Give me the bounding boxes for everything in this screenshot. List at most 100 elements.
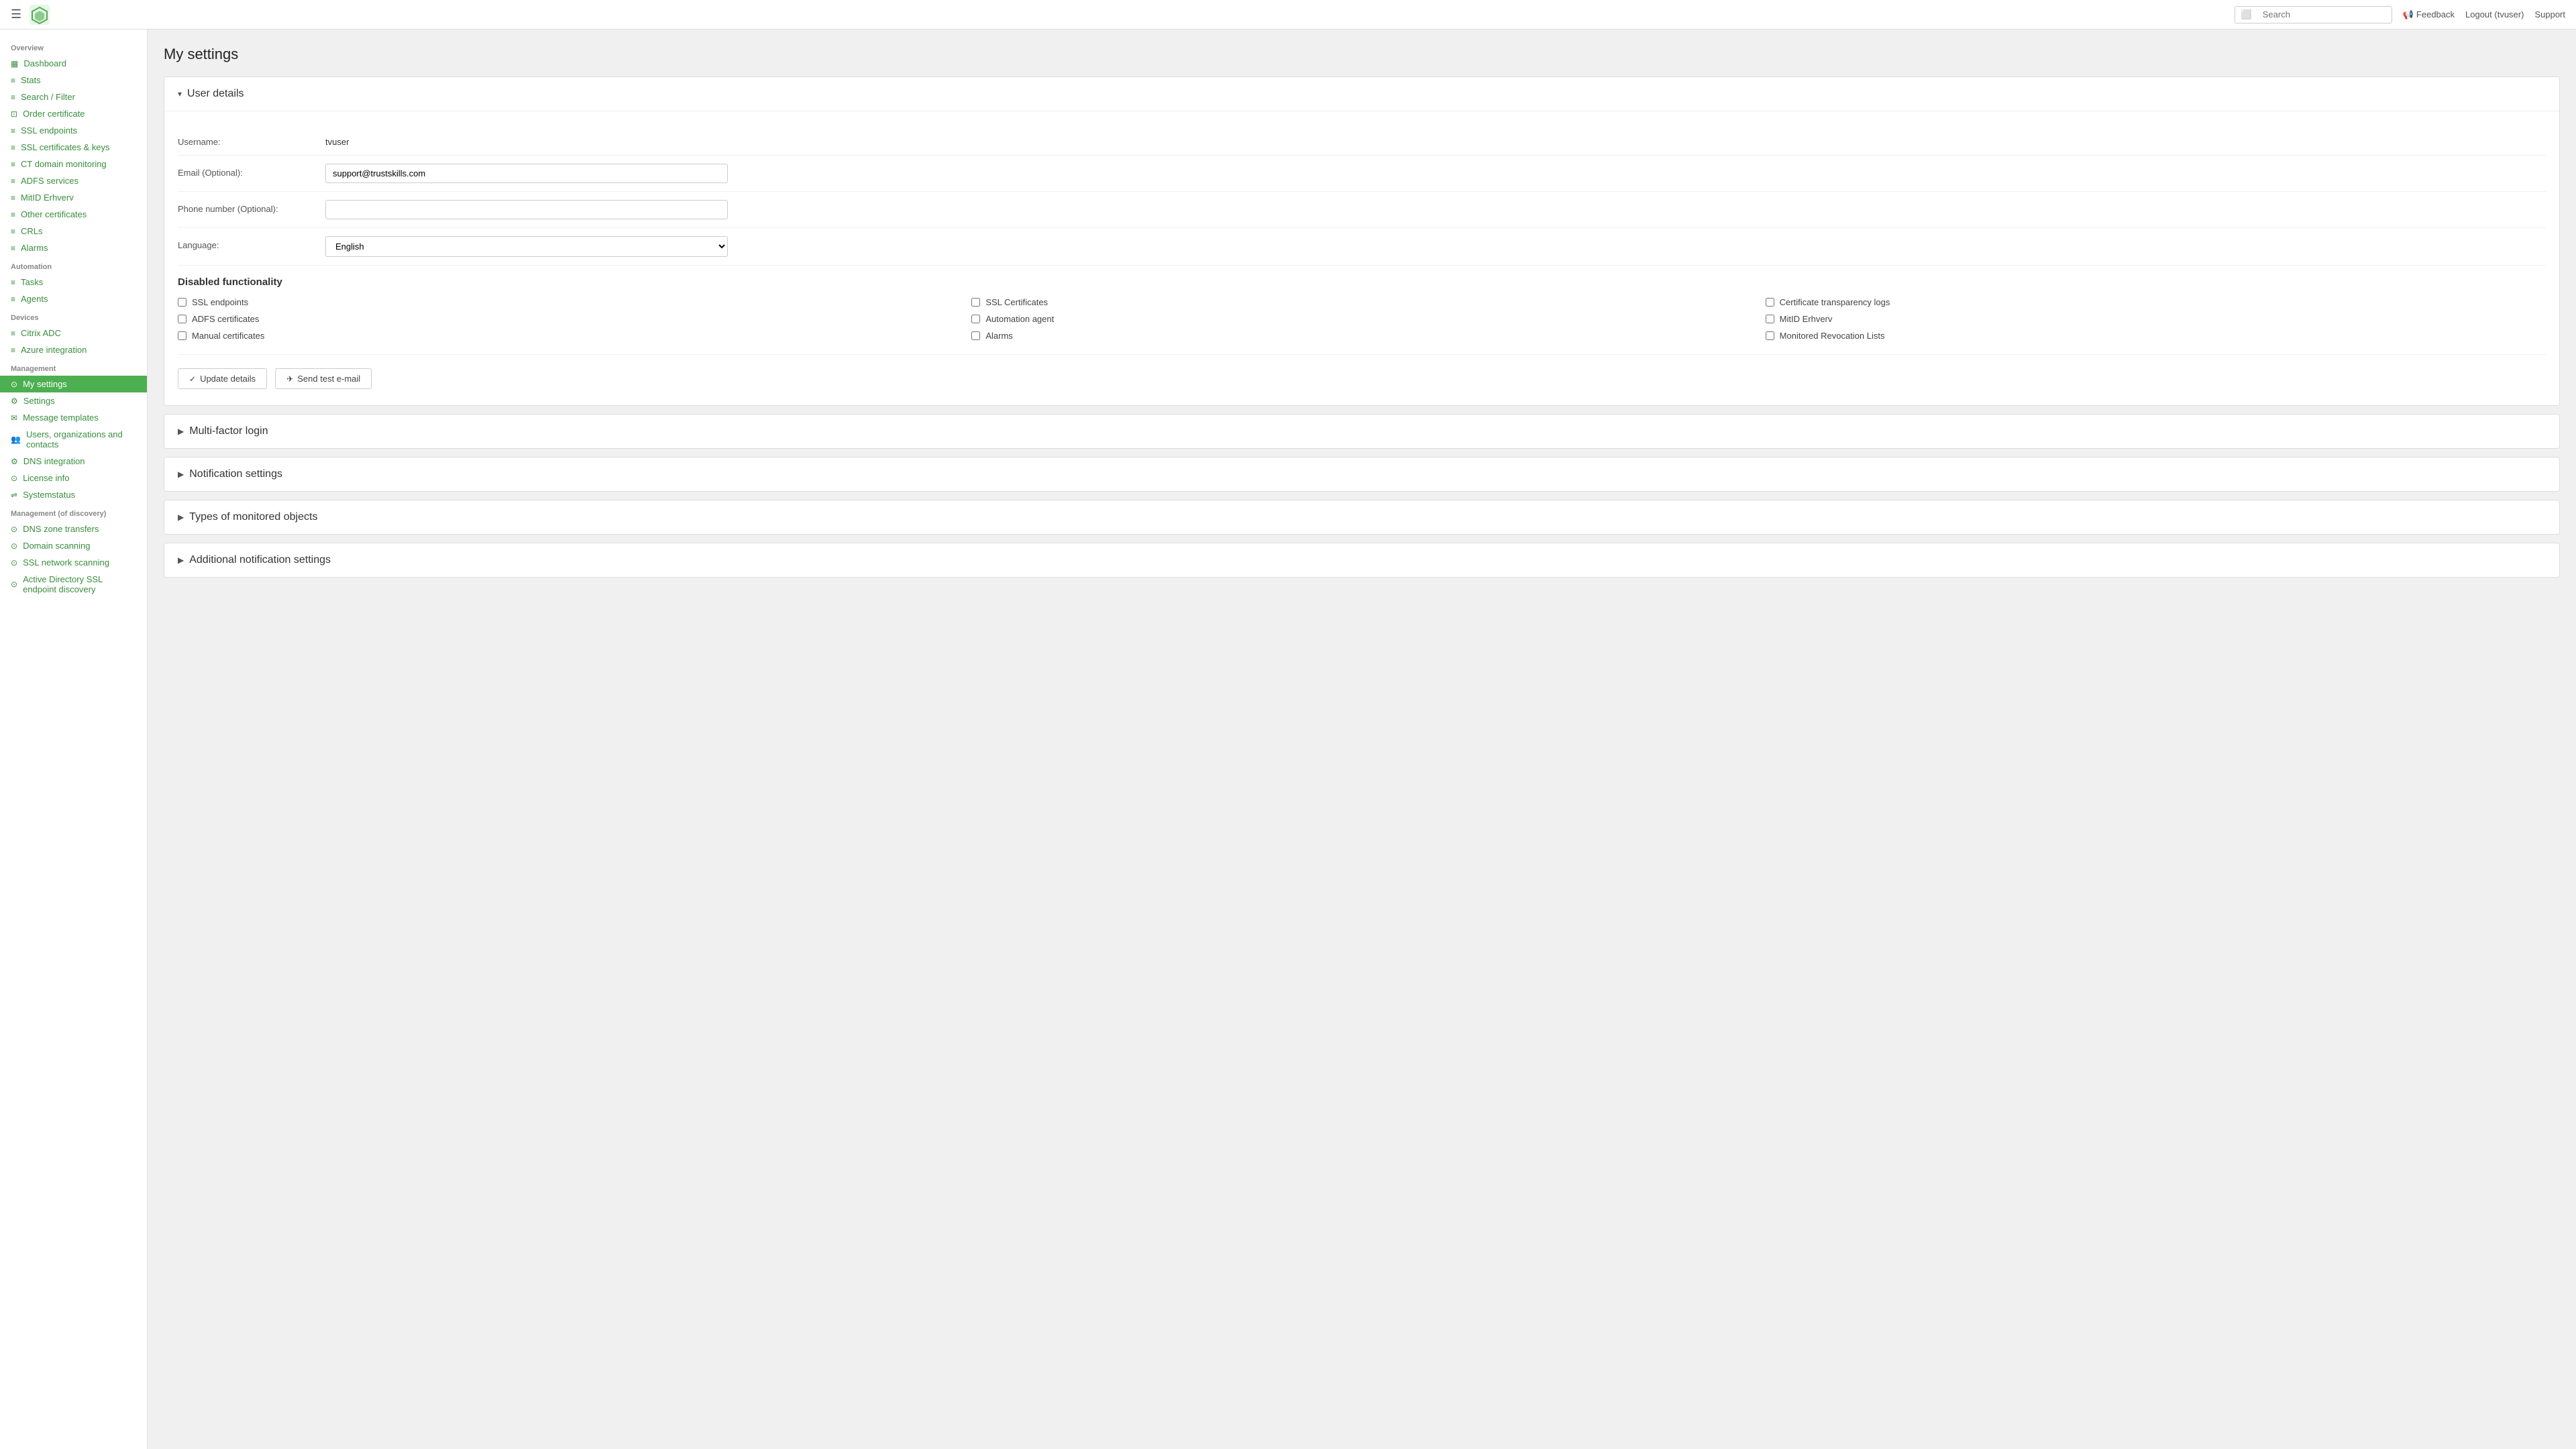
sidebar-label-ct-domain: CT domain monitoring bbox=[21, 159, 107, 169]
agents-icon: ≡ bbox=[11, 294, 15, 304]
page-title: My settings bbox=[164, 46, 2560, 63]
crls-icon: ≡ bbox=[11, 227, 15, 236]
sidebar-item-ssl-network-scanning[interactable]: ⊙ SSL network scanning bbox=[0, 554, 147, 571]
send-test-label: Send test e-mail bbox=[297, 374, 360, 384]
sidebar-item-my-settings[interactable]: ⊙ My settings bbox=[0, 376, 147, 392]
checkbox-mitid-erhverv[interactable]: MitID Erhverv bbox=[1766, 314, 2546, 324]
sidebar-item-domain-scanning[interactable]: ⊙ Domain scanning bbox=[0, 537, 147, 554]
update-details-button[interactable]: ✓ Update details bbox=[178, 368, 267, 389]
alarms-icon: ≡ bbox=[11, 244, 15, 253]
sidebar-item-adfs[interactable]: ≡ ADFS services bbox=[0, 172, 147, 189]
sidebar-item-search-filter[interactable]: ≡ Search / Filter bbox=[0, 89, 147, 105]
email-label: Email (Optional): bbox=[178, 164, 312, 178]
sidebar-overview-section: Overview bbox=[0, 38, 147, 55]
sidebar-item-other-certs[interactable]: ≡ Other certificates bbox=[0, 206, 147, 223]
checkbox-manual-certificates[interactable]: Manual certificates bbox=[178, 331, 958, 341]
citrix-icon: ≡ bbox=[11, 329, 15, 338]
checkbox-automation-agent-label: Automation agent bbox=[985, 314, 1054, 324]
checkbox-ssl-certificates-input[interactable] bbox=[971, 298, 980, 307]
phone-input[interactable] bbox=[325, 200, 728, 219]
checkbox-alarms[interactable]: Alarms bbox=[971, 331, 1752, 341]
license-info-icon: ⊙ bbox=[11, 474, 17, 483]
logout-button[interactable]: Logout (tvuser) bbox=[2465, 9, 2524, 19]
additional-notification-title: Additional notification settings bbox=[189, 554, 331, 566]
checkbox-ssl-endpoints[interactable]: SSL endpoints bbox=[178, 297, 958, 307]
disabled-functionality-title: Disabled functionality bbox=[178, 276, 2546, 288]
hamburger-button[interactable]: ☰ bbox=[11, 7, 21, 21]
checkbox-automation-agent-input[interactable] bbox=[971, 315, 980, 323]
sidebar-label-dns-integration: DNS integration bbox=[23, 456, 85, 466]
my-settings-icon: ⊙ bbox=[11, 380, 17, 389]
topbar: ☰ ⬜ 📢 Feedback Logout (tvuser) Support bbox=[0, 0, 2576, 30]
search-input[interactable] bbox=[2257, 7, 2392, 22]
feedback-label: Feedback bbox=[2416, 9, 2455, 19]
additional-notification-header[interactable]: ▶ Additional notification settings bbox=[164, 543, 2559, 577]
sidebar-item-message-templates[interactable]: ✉ Message templates bbox=[0, 409, 147, 426]
sidebar-item-dns-zone[interactable]: ⊙ DNS zone transfers bbox=[0, 521, 147, 537]
sidebar-item-tasks[interactable]: ≡ Tasks bbox=[0, 274, 147, 290]
chevron-right-icon-3: ▶ bbox=[178, 513, 184, 522]
ssl-certs-icon: ≡ bbox=[11, 143, 15, 152]
sidebar-label-stats: Stats bbox=[21, 75, 41, 85]
sidebar-item-mitid[interactable]: ≡ MitID Erhverv bbox=[0, 189, 147, 206]
sidebar-label-license-info: License info bbox=[23, 473, 69, 483]
domain-scanning-icon: ⊙ bbox=[11, 541, 17, 551]
search-icon-button[interactable]: ⬜ bbox=[2235, 7, 2257, 23]
checkbox-mitid-erhverv-input[interactable] bbox=[1766, 315, 1774, 323]
sidebar-item-users-orgs[interactable]: 👥 Users, organizations and contacts bbox=[0, 426, 147, 453]
sidebar-item-license-info[interactable]: ⊙ License info bbox=[0, 470, 147, 486]
topbar-right: ⬜ 📢 Feedback Logout (tvuser) Support bbox=[2235, 6, 2565, 23]
dns-zone-icon: ⊙ bbox=[11, 525, 17, 534]
sidebar-item-agents[interactable]: ≡ Agents bbox=[0, 290, 147, 307]
types-monitored-header[interactable]: ▶ Types of monitored objects bbox=[164, 500, 2559, 534]
send-test-email-button[interactable]: ✈ Send test e-mail bbox=[275, 368, 372, 389]
sidebar-label-order-certificate: Order certificate bbox=[23, 109, 85, 119]
sidebar-label-users-orgs: Users, organizations and contacts bbox=[26, 429, 136, 449]
checkbox-cert-transparency[interactable]: Certificate transparency logs bbox=[1766, 297, 2546, 307]
support-button[interactable]: Support bbox=[2534, 9, 2565, 19]
checkbox-ssl-certificates[interactable]: SSL Certificates bbox=[971, 297, 1752, 307]
chevron-down-icon: ▾ bbox=[178, 89, 182, 99]
other-certs-icon: ≡ bbox=[11, 210, 15, 219]
sidebar-item-alarms[interactable]: ≡ Alarms bbox=[0, 239, 147, 256]
sidebar-item-azure[interactable]: ≡ Azure integration bbox=[0, 341, 147, 358]
sidebar-item-order-certificate[interactable]: ⊡ Order certificate bbox=[0, 105, 147, 122]
sidebar-label-alarms: Alarms bbox=[21, 243, 48, 253]
sidebar-item-dns-integration[interactable]: ⚙ DNS integration bbox=[0, 453, 147, 470]
search-container: ⬜ bbox=[2235, 6, 2392, 23]
checkbox-monitored-revocation-input[interactable] bbox=[1766, 331, 1774, 340]
systemstatus-icon: ⇌ bbox=[11, 490, 17, 500]
support-label: Support bbox=[2534, 9, 2565, 19]
sidebar-item-stats[interactable]: ≡ Stats bbox=[0, 72, 147, 89]
notification-settings-header[interactable]: ▶ Notification settings bbox=[164, 458, 2559, 491]
sidebar-item-systemstatus[interactable]: ⇌ Systemstatus bbox=[0, 486, 147, 503]
checkbox-monitored-revocation[interactable]: Monitored Revocation Lists bbox=[1766, 331, 2546, 341]
checkbox-manual-certificates-input[interactable] bbox=[178, 331, 186, 340]
email-input[interactable] bbox=[325, 164, 728, 183]
checkbox-ssl-endpoints-input[interactable] bbox=[178, 298, 186, 307]
checkbox-automation-agent[interactable]: Automation agent bbox=[971, 314, 1752, 324]
checkbox-alarms-input[interactable] bbox=[971, 331, 980, 340]
checkbox-adfs-certificates-input[interactable] bbox=[178, 315, 186, 323]
sidebar-item-ssl-certificates[interactable]: ≡ SSL certificates & keys bbox=[0, 139, 147, 156]
sidebar-item-ssl-endpoints[interactable]: ≡ SSL endpoints bbox=[0, 122, 147, 139]
user-details-card-header[interactable]: ▾ User details bbox=[164, 77, 2559, 111]
sidebar-label-message-templates: Message templates bbox=[23, 413, 99, 423]
form-buttons-row: ✓ Update details ✈ Send test e-mail bbox=[178, 354, 2546, 389]
checkbox-cert-transparency-input[interactable] bbox=[1766, 298, 1774, 307]
sidebar-item-dashboard[interactable]: ▦ Dashboard bbox=[0, 55, 147, 72]
sidebar-item-settings[interactable]: ⚙ Settings bbox=[0, 392, 147, 409]
sidebar-item-active-directory[interactable]: ⊙ Active Directory SSL endpoint discover… bbox=[0, 571, 147, 598]
language-select[interactable]: English Danish German bbox=[325, 236, 728, 257]
multi-factor-header[interactable]: ▶ Multi-factor login bbox=[164, 415, 2559, 448]
ct-domain-icon: ≡ bbox=[11, 160, 15, 169]
ssl-endpoints-icon: ≡ bbox=[11, 126, 15, 136]
sidebar-item-ct-domain[interactable]: ≡ CT domain monitoring bbox=[0, 156, 147, 172]
feedback-button[interactable]: 📢 Feedback bbox=[2403, 9, 2455, 20]
checkbox-manual-certificates-label: Manual certificates bbox=[192, 331, 264, 341]
sidebar-item-citrix[interactable]: ≡ Citrix ADC bbox=[0, 325, 147, 341]
sidebar-label-dns-zone: DNS zone transfers bbox=[23, 524, 99, 534]
stats-icon: ≡ bbox=[11, 76, 15, 85]
sidebar-item-crls[interactable]: ≡ CRLs bbox=[0, 223, 147, 239]
checkbox-adfs-certificates[interactable]: ADFS certificates bbox=[178, 314, 958, 324]
